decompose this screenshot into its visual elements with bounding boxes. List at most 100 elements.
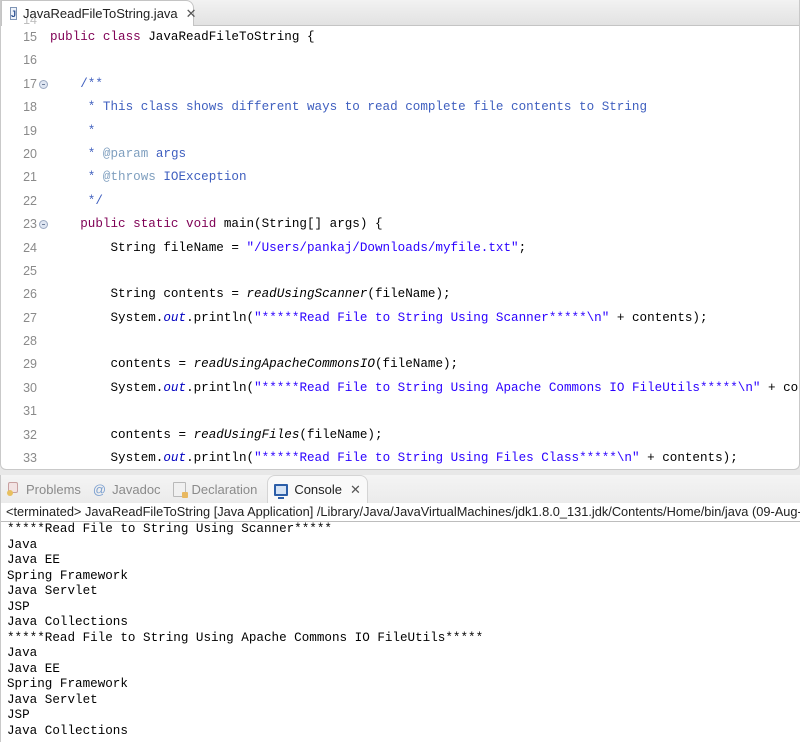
line-number: 26 [23, 287, 37, 302]
code-line[interactable]: 28 [1, 330, 799, 353]
console-monitor-icon [274, 483, 289, 499]
code-token: out [163, 380, 187, 395]
code-token: String fileName = [50, 240, 247, 255]
code-token: /** [50, 76, 103, 91]
tab-javadoc[interactable]: @ Javadoc [87, 475, 167, 503]
console-line: Java Servlet [7, 692, 98, 707]
code-line[interactable]: 22 */ [1, 190, 799, 213]
code-token: System. [50, 310, 164, 325]
console-line: Spring Framework [7, 677, 128, 691]
tab-label: Declaration [191, 481, 258, 497]
console-line: JSP [7, 708, 30, 722]
code-text: * This class shows different ways to rea… [50, 96, 647, 119]
code-text: public class JavaReadFileToString { [50, 26, 315, 49]
code-token: JavaReadFileToString { [148, 30, 315, 44]
code-editor[interactable]: 14 15 public class JavaReadFileToString {1… [1, 18, 799, 465]
code-line[interactable]: 16 [1, 49, 799, 72]
console-line: Java Collections [7, 615, 128, 629]
tab-declaration[interactable]: Declaration [167, 475, 264, 503]
code-line[interactable]: 33 System.out.println("*****Read File to… [1, 447, 799, 469]
code-token: .println( [186, 380, 255, 395]
code-token: + contents); [639, 451, 738, 466]
line-number: 20 [23, 146, 37, 161]
code-line[interactable]: 15 public class JavaReadFileToString { [1, 26, 799, 49]
tab-problems[interactable]: Problems [1, 475, 87, 503]
code-text: System.out.println("*****Read File to St… [50, 447, 738, 469]
code-token: args [148, 146, 187, 161]
line-number: 19 [23, 123, 37, 138]
code-token: @param [102, 146, 149, 161]
fold-collapse-icon[interactable] [39, 220, 48, 230]
line-number: 31 [23, 404, 37, 419]
tab-console[interactable]: Console ✕ [267, 475, 368, 503]
console-line: Java Servlet [7, 584, 98, 598]
line-number: 28 [23, 334, 37, 349]
line-number: 21 [23, 170, 37, 185]
code-line[interactable]: 24 String fileName = "/Users/pankaj/Down… [1, 237, 799, 260]
line-number: 25 [23, 263, 37, 278]
code-token: public class [50, 30, 149, 44]
line-number: 16 [23, 53, 37, 68]
tab-label: Console [294, 482, 343, 497]
code-token: + contents); [768, 380, 799, 395]
code-line[interactable]: 23 public static void main(String[] args… [1, 213, 799, 236]
code-token: IOException [155, 170, 247, 185]
code-token: (fileName); [367, 287, 451, 302]
code-token: * This class shows different ways to rea… [50, 100, 648, 115]
code-line[interactable]: 32 contents = readUsingFiles(fileName); [1, 424, 799, 447]
code-line[interactable]: 20 * @param args [1, 143, 799, 166]
line-number: 29 [23, 357, 37, 372]
code-token: System. [50, 380, 164, 395]
code-token: */ [50, 193, 103, 208]
code-line[interactable]: 27 System.out.println("*****Read File to… [1, 307, 799, 330]
fold-collapse-icon[interactable] [39, 79, 48, 89]
code-token: @throws [102, 170, 156, 185]
code-token: (fileName); [299, 427, 383, 442]
code-line[interactable]: 30 System.out.println("*****Read File to… [1, 377, 799, 400]
code-token: "/Users/pankaj/Downloads/myfile.txt" [246, 240, 519, 255]
close-icon[interactable]: ✕ [350, 483, 361, 496]
line-number: 14 [23, 18, 37, 26]
console-line: *****Read File to String Using Scanner**… [7, 522, 332, 536]
code-token: (fileName); [374, 357, 459, 372]
code-text: /** [50, 73, 103, 96]
code-text: */ [50, 190, 103, 213]
code-token: * [50, 170, 103, 185]
code-token: public static void [50, 217, 224, 232]
code-token: * [50, 146, 103, 161]
code-token: + contents); [609, 310, 708, 325]
code-text: String contents = readUsingScanner(fileN… [50, 283, 451, 306]
code-token: * [50, 123, 96, 138]
console-output[interactable]: *****Read File to String Using Scanner**… [1, 522, 800, 739]
line-number: 30 [23, 380, 37, 395]
line-number: 15 [23, 30, 37, 44]
code-token: readUsingFiles [193, 427, 300, 442]
code-line[interactable]: 25 [1, 260, 799, 283]
code-token: readUsingScanner [246, 287, 368, 302]
code-line[interactable]: 14 [1, 18, 799, 26]
code-text: contents = readUsingFiles(fileName); [50, 424, 383, 447]
code-line[interactable]: 19 * [1, 120, 799, 143]
code-line[interactable]: 21 * @throws IOException [1, 166, 799, 189]
code-token: String contents = [50, 287, 247, 302]
code-line[interactable]: 17 /** [1, 73, 799, 96]
javadoc-at-icon: @ [92, 481, 107, 497]
line-number: 33 [23, 451, 37, 466]
code-token: main(String[] args) { [223, 217, 383, 232]
code-token: readUsingApacheCommonsIO [193, 357, 375, 372]
line-number: 23 [23, 217, 37, 232]
code-token: .println( [186, 310, 255, 325]
code-text: * @param args [50, 143, 186, 166]
code-token: .println( [186, 451, 255, 466]
code-line[interactable]: 31 [1, 400, 799, 423]
code-token: "*****Read File to String Using Files Cl… [254, 451, 640, 466]
line-number: 17 [23, 76, 37, 91]
tab-label: Problems [26, 481, 81, 497]
code-line[interactable]: 26 String contents = readUsingScanner(fi… [1, 283, 799, 306]
code-token: ; [518, 240, 527, 255]
code-token: out [163, 310, 187, 325]
code-token: System. [50, 451, 164, 466]
code-line[interactable]: 18 * This class shows different ways to … [1, 96, 799, 119]
code-line[interactable]: 29 contents = readUsingApacheCommonsIO(f… [1, 353, 799, 376]
console-line: Java EE [7, 553, 60, 567]
